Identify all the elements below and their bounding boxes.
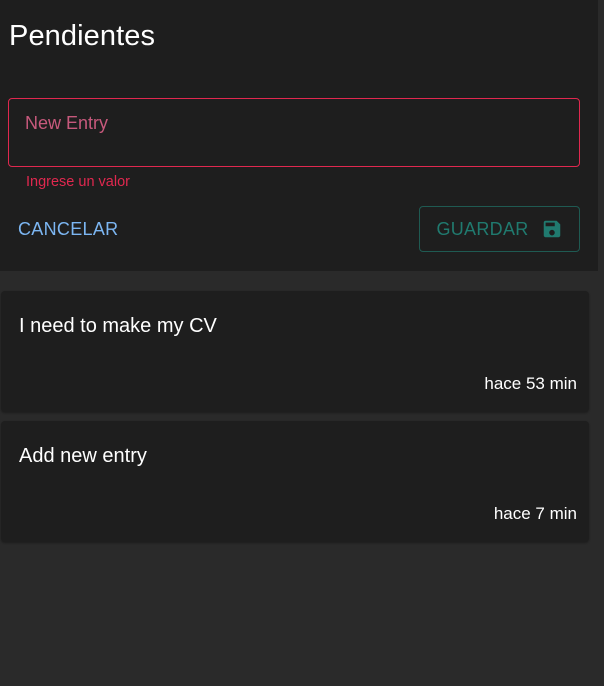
entry-card[interactable]: Add new entry hace 7 min — [1, 421, 589, 542]
entry-description: I need to make my CV — [19, 315, 217, 337]
new-entry-input[interactable] — [25, 111, 565, 135]
app-page: Pendientes Ingrese un valor CANCELAR GUA… — [0, 0, 604, 686]
page-title: Pendientes — [9, 20, 156, 52]
new-entry-panel: Pendientes Ingrese un valor CANCELAR GUA… — [0, 0, 598, 271]
entry-card[interactable]: I need to make my CV hace 53 min — [1, 291, 589, 412]
validation-error-text: Ingrese un valor — [26, 174, 130, 190]
entry-timestamp: hace 7 min — [493, 504, 577, 523]
save-button[interactable]: GUARDAR — [419, 206, 580, 252]
entry-timestamp: hace 53 min — [484, 374, 577, 393]
cancel-button[interactable]: CANCELAR — [8, 211, 128, 247]
floppy-disk-icon — [541, 218, 563, 240]
entry-description: Add new entry — [19, 445, 147, 467]
cancel-button-label: CANCELAR — [18, 218, 119, 239]
new-entry-field[interactable] — [8, 98, 580, 167]
save-button-label: GUARDAR — [436, 218, 529, 239]
